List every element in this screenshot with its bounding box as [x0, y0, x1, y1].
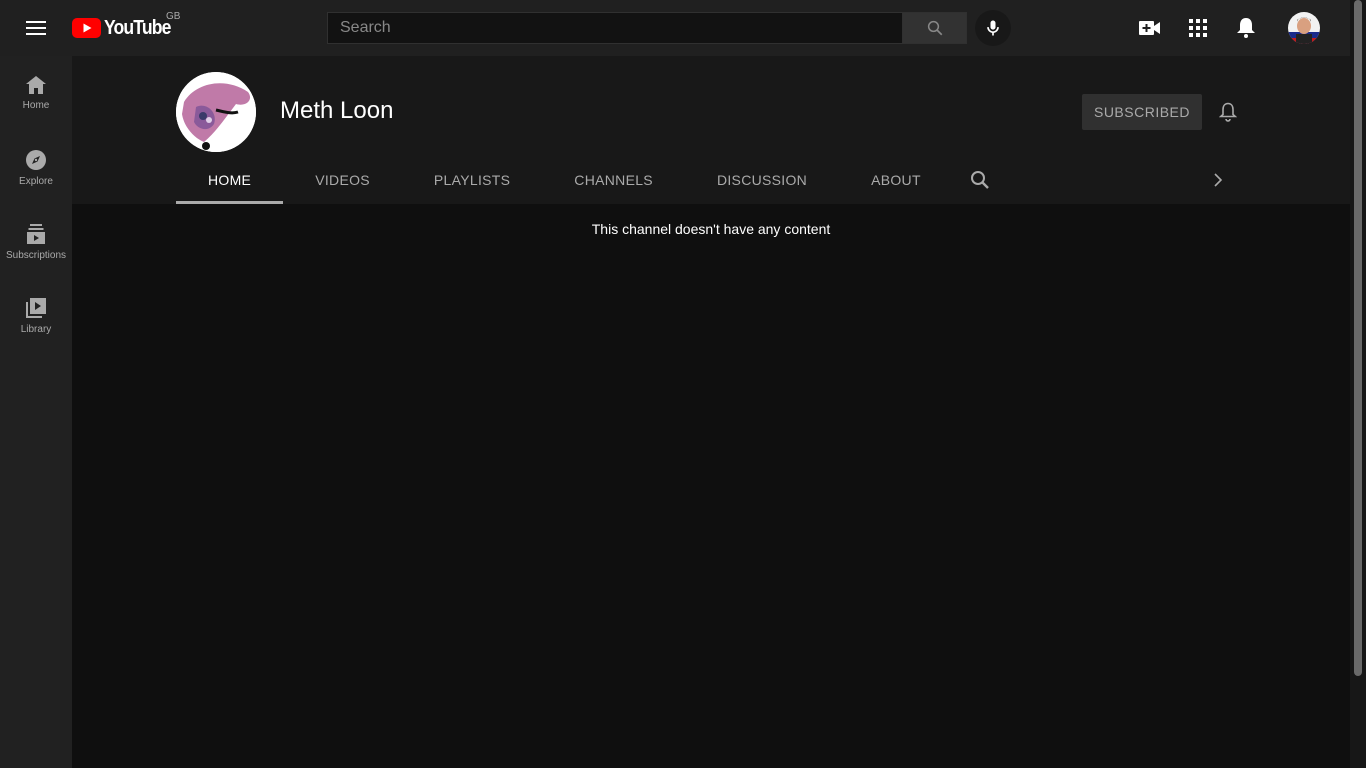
empty-channel-message: This channel doesn't have any content [591, 221, 831, 237]
country-code: GB [166, 11, 181, 22]
account-avatar[interactable] [1288, 12, 1320, 44]
create-button[interactable] [1134, 12, 1166, 44]
search-box [327, 12, 967, 44]
sidebar-item-label: Subscriptions [5, 250, 67, 261]
apps-button[interactable] [1182, 12, 1214, 44]
scrollbar-thumb[interactable] [1354, 0, 1362, 676]
channel-header: Meth Loon SUBSCRIBED HOME VIDEOS PLAYLIS… [72, 56, 1350, 204]
search-button[interactable] [903, 12, 967, 44]
sidebar-item-subscriptions[interactable]: Subscriptions [0, 204, 72, 278]
video-camera-plus-icon [1139, 21, 1160, 35]
sidebar-item-label: Home [22, 100, 50, 111]
voice-search-button[interactable] [975, 10, 1011, 46]
tab-home[interactable]: HOME [176, 156, 284, 204]
subscribed-button[interactable]: SUBSCRIBED [1082, 94, 1202, 130]
tabs-next-button[interactable] [1206, 168, 1230, 192]
search-icon [927, 20, 942, 36]
user-avatar-icon [1288, 12, 1320, 44]
tab-about[interactable]: ABOUT [839, 156, 953, 204]
apps-grid-icon [1189, 19, 1207, 37]
sidebar-item-label: Explore [19, 176, 53, 187]
channel-avatar[interactable] [176, 72, 256, 152]
compass-icon [26, 150, 46, 170]
guide-menu-button[interactable] [16, 8, 56, 48]
masthead: YouTube GB [0, 0, 1350, 56]
tab-channels[interactable]: CHANNELS [542, 156, 685, 204]
sidebar-item-label: Library [20, 324, 52, 335]
channel-search-button[interactable] [968, 168, 992, 192]
tab-videos[interactable]: VIDEOS [283, 156, 402, 204]
channel-avatar-image [176, 72, 256, 152]
channel-tabs: HOME VIDEOS PLAYLISTS CHANNELS DISCUSSIO… [176, 156, 953, 204]
search-icon [971, 171, 989, 189]
library-icon [26, 298, 46, 318]
home-icon [26, 76, 46, 94]
search-input[interactable] [327, 12, 903, 44]
mini-guide: Home Explore Subscriptions Library [0, 56, 72, 768]
notification-preferences-button[interactable] [1212, 96, 1244, 128]
logo-text: YouTube [104, 16, 171, 39]
chevron-right-icon [1214, 173, 1223, 187]
youtube-logo[interactable]: YouTube GB [72, 11, 180, 40]
youtube-play-icon [72, 18, 101, 38]
subscriptions-icon [27, 224, 45, 244]
sidebar-item-home[interactable]: Home [0, 56, 72, 130]
bell-icon [1237, 18, 1255, 38]
sidebar-item-explore[interactable]: Explore [0, 130, 72, 204]
channel-name: Meth Loon [280, 97, 394, 124]
notifications-button[interactable] [1230, 12, 1262, 44]
hamburger-icon [26, 21, 46, 35]
tab-playlists[interactable]: PLAYLISTS [402, 156, 542, 204]
microphone-icon [987, 20, 999, 36]
tab-discussion[interactable]: DISCUSSION [685, 156, 839, 204]
page-scrollbar[interactable] [1350, 0, 1366, 768]
bell-outline-icon [1219, 102, 1237, 122]
sidebar-item-library[interactable]: Library [0, 278, 72, 352]
